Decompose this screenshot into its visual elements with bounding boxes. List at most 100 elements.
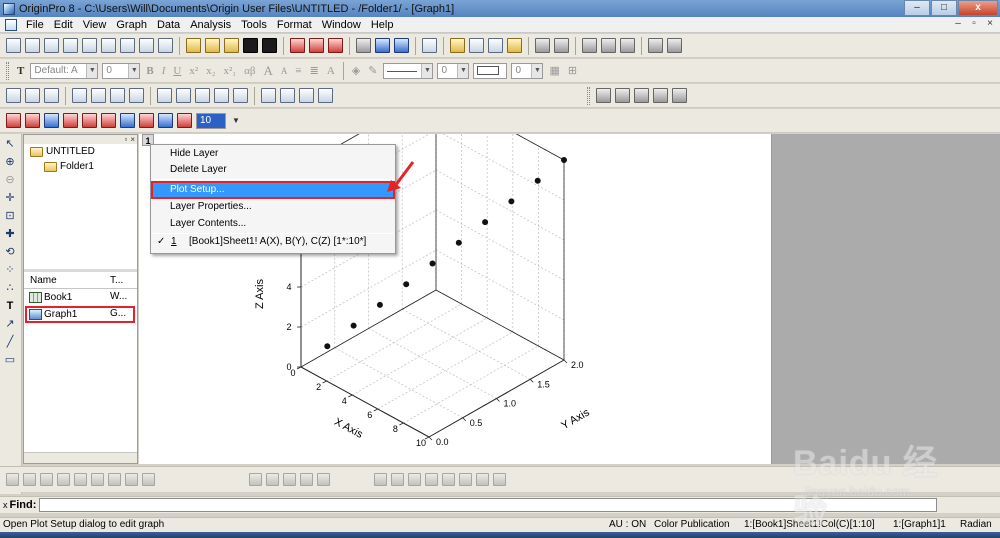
mdi-restore-button[interactable]: ▫ bbox=[967, 18, 981, 31]
3d-rotate-left-icon[interactable] bbox=[596, 88, 611, 103]
zoom-tool-icon[interactable]: ⊕ bbox=[3, 156, 17, 170]
data-point[interactable] bbox=[350, 322, 357, 329]
align-icon[interactable]: ≡ bbox=[295, 65, 301, 77]
supsubscript-button[interactable]: x²₁ bbox=[223, 65, 236, 77]
color-scale-icon[interactable] bbox=[280, 88, 295, 103]
duplicate-icon[interactable] bbox=[375, 38, 390, 53]
new-layout-icon[interactable] bbox=[139, 38, 154, 53]
add-inset-data-icon[interactable] bbox=[233, 88, 248, 103]
3d-wireframe-icon[interactable] bbox=[177, 113, 192, 128]
horizontal-scrollbar[interactable] bbox=[24, 452, 137, 463]
extract-layers-icon[interactable] bbox=[110, 88, 125, 103]
add-layer-icon[interactable] bbox=[91, 88, 106, 103]
3d-matrix-icon[interactable] bbox=[283, 473, 296, 486]
2d-scatter-icon[interactable] bbox=[23, 473, 36, 486]
new-function-icon[interactable] bbox=[120, 38, 135, 53]
merge-graphs-icon[interactable] bbox=[129, 88, 144, 103]
italic-button[interactable]: I bbox=[162, 65, 166, 77]
new-excel-icon[interactable] bbox=[63, 38, 78, 53]
line-symbol-icon[interactable] bbox=[40, 473, 53, 486]
3d-surface-icon[interactable] bbox=[120, 113, 135, 128]
zoom-select[interactable]: 10 bbox=[196, 112, 226, 129]
list-item-book1[interactable]: Book1 W... bbox=[24, 289, 137, 306]
pattern-select[interactable] bbox=[473, 62, 508, 79]
align-right-icon[interactable] bbox=[391, 473, 404, 486]
zoom-out-tool-icon[interactable]: ⊖ bbox=[3, 174, 17, 188]
3d-xyz-icon[interactable] bbox=[249, 473, 262, 486]
toolbar-grip[interactable] bbox=[587, 86, 590, 105]
fill-color-icon[interactable]: ◈ bbox=[352, 64, 360, 77]
save-project-icon[interactable] bbox=[243, 38, 258, 53]
new-matrix-icon[interactable] bbox=[101, 38, 116, 53]
pe-close-button[interactable]: × bbox=[130, 135, 135, 144]
cut-icon[interactable] bbox=[582, 38, 597, 53]
greek-button[interactable]: αβ bbox=[244, 65, 255, 77]
menu-item-plot-1[interactable]: ✓ 1 [Book1]Sheet1! A(X), B(Y), C(Z) [1*:… bbox=[151, 236, 395, 251]
menu-tools[interactable]: Tools bbox=[236, 19, 272, 31]
bold-button[interactable]: B bbox=[146, 65, 153, 77]
3d-xyy-icon[interactable] bbox=[266, 473, 279, 486]
paste-icon[interactable] bbox=[620, 38, 635, 53]
font-color-icon[interactable]: A bbox=[327, 65, 335, 77]
zoom-out-icon[interactable] bbox=[667, 38, 682, 53]
y-axis-title[interactable]: Y Axis bbox=[559, 406, 592, 432]
align-top-icon[interactable] bbox=[408, 473, 421, 486]
menu-graph[interactable]: Graph bbox=[111, 19, 152, 31]
find-close-button[interactable]: x bbox=[3, 500, 8, 510]
front-icon[interactable] bbox=[476, 473, 489, 486]
results-log-icon[interactable] bbox=[450, 38, 465, 53]
command-window-icon[interactable] bbox=[488, 38, 503, 53]
chevron-down-icon[interactable]: ▼ bbox=[86, 63, 98, 78]
ungroup-icon[interactable] bbox=[459, 473, 472, 486]
3d-colormap-icon[interactable] bbox=[139, 113, 154, 128]
add-inset-icon[interactable] bbox=[214, 88, 229, 103]
decrease-font-button[interactable]: A bbox=[281, 66, 288, 76]
import-wizard-icon[interactable] bbox=[328, 38, 343, 53]
menu-item-layer-properties[interactable]: Layer Properties... bbox=[170, 200, 252, 214]
folder-item-folder1[interactable]: Folder1 bbox=[24, 159, 137, 174]
minimize-button[interactable]: – bbox=[904, 0, 930, 16]
data-selector-icon[interactable]: ⊡ bbox=[3, 210, 17, 224]
menu-data[interactable]: Data bbox=[152, 19, 185, 31]
border-width-select[interactable]: 0 ▼ bbox=[511, 62, 544, 79]
line-spacing-icon[interactable]: ≣ bbox=[310, 64, 319, 77]
pattern-icon[interactable]: ▦ bbox=[549, 64, 559, 77]
template-icon[interactable] bbox=[142, 473, 155, 486]
add-new-columns-icon[interactable] bbox=[535, 38, 550, 53]
menu-item-delete-layer[interactable]: Delete Layer bbox=[170, 163, 227, 177]
3d-ternary-icon[interactable] bbox=[158, 113, 173, 128]
grid-icon[interactable]: ⊞ bbox=[568, 64, 577, 77]
add-right-axis-icon[interactable] bbox=[195, 88, 210, 103]
menu-format[interactable]: Format bbox=[272, 19, 317, 31]
add-bottom-axis-icon[interactable] bbox=[157, 88, 172, 103]
3d-trajectory-icon[interactable] bbox=[25, 113, 40, 128]
rectangle-tool-icon[interactable]: ▭ bbox=[3, 354, 17, 368]
timestamp-icon[interactable] bbox=[299, 88, 314, 103]
add-top-axis-icon[interactable] bbox=[176, 88, 191, 103]
print-icon[interactable] bbox=[356, 38, 371, 53]
line-style-select[interactable]: ▼ bbox=[383, 62, 434, 79]
zoom-in-graph-icon[interactable] bbox=[6, 88, 21, 103]
3d-scatter-icon[interactable] bbox=[6, 113, 21, 128]
find-input[interactable] bbox=[39, 498, 938, 512]
new-folder-icon[interactable] bbox=[25, 38, 40, 53]
rescale-icon[interactable] bbox=[72, 88, 87, 103]
pointer-icon[interactable]: ↖ bbox=[3, 138, 17, 152]
underline-button[interactable]: U bbox=[173, 65, 181, 77]
data-point[interactable] bbox=[403, 281, 410, 288]
chevron-down-icon[interactable]: ▼ bbox=[128, 63, 140, 78]
menu-item-hide-layer[interactable]: Hide Layer bbox=[170, 147, 218, 161]
data-point[interactable] bbox=[376, 301, 383, 308]
menu-window[interactable]: Window bbox=[317, 19, 366, 31]
open-excel-icon[interactable] bbox=[224, 38, 239, 53]
chevron-down-icon[interactable]: ▼ bbox=[531, 63, 543, 78]
3d-wall-icon[interactable] bbox=[82, 113, 97, 128]
line-width-select[interactable]: 0 ▼ bbox=[437, 62, 470, 79]
copy-icon[interactable] bbox=[601, 38, 616, 53]
column-header-name[interactable]: Name bbox=[24, 275, 104, 286]
area-icon[interactable] bbox=[74, 473, 87, 486]
2d-line-icon[interactable] bbox=[6, 473, 19, 486]
mask-tool-icon[interactable]: ⁘ bbox=[3, 264, 17, 278]
data-point[interactable] bbox=[561, 157, 567, 163]
refresh-icon[interactable] bbox=[394, 38, 409, 53]
